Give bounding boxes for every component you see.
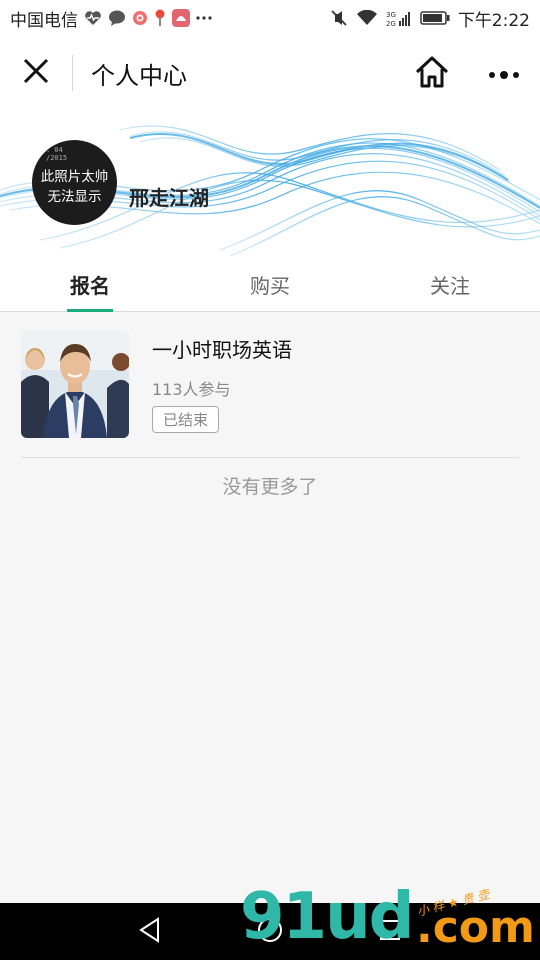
home-system-button[interactable] (255, 917, 285, 947)
avatar-text-line2: 无法显示 (47, 188, 102, 205)
participant-count: 113人参与 (152, 380, 231, 399)
nav-divider (72, 55, 73, 91)
mute-icon (330, 9, 348, 27)
svg-text:2G: 2G (386, 20, 396, 27)
weibo-icon (132, 10, 148, 26)
signal-icon: 3G 2G (386, 9, 412, 27)
page-title: 个人中心 (91, 61, 187, 90)
profile-banner: : 04 /2015 此照片太帅 无法显示 邢走江湖 (0, 110, 540, 256)
status-bar: 中国电信 3G 2G 下午2:22 (0, 0, 540, 36)
recents-square-icon (379, 919, 401, 945)
chat-bubble-icon (108, 10, 126, 26)
course-thumbnail (21, 330, 129, 438)
close-button[interactable] (0, 36, 72, 110)
username: 邢走江湖 (129, 186, 209, 210)
clock: 下午2:22 (457, 10, 530, 31)
home-button[interactable] (408, 54, 456, 94)
avatar[interactable]: : 04 /2015 此照片太帅 无法显示 (32, 140, 117, 225)
recents-button[interactable] (375, 917, 405, 947)
tab-bar: 报名 购买 关注 (0, 256, 540, 312)
more-button[interactable] (478, 54, 530, 94)
svg-text:3G: 3G (386, 11, 396, 19)
back-triangle-icon (138, 917, 162, 947)
more-icon (488, 65, 520, 84)
tab-follow[interactable]: 关注 (360, 256, 540, 312)
status-badge: 已结束 (152, 406, 220, 433)
battery-icon (420, 10, 450, 26)
tab-signup[interactable]: 报名 (0, 256, 180, 312)
list-item[interactable]: 一小时职场英语 113人参与 已结束 (0, 312, 540, 458)
home-icon (414, 55, 450, 93)
avatar-timestamp: : 04 /2015 (46, 146, 68, 162)
home-circle-icon (257, 917, 283, 947)
avatar-text-line1: 此照片太帅 (40, 168, 109, 185)
carrier-label: 中国电信 (10, 10, 78, 31)
nav-bar: 个人中心 (0, 36, 540, 110)
wifi-icon (356, 10, 378, 26)
close-icon (23, 58, 49, 88)
tab-purchase[interactable]: 购买 (180, 256, 360, 312)
pin-icon (154, 9, 166, 27)
back-button[interactable] (135, 917, 165, 947)
course-title: 一小时职场英语 (152, 338, 292, 362)
course-list: 一小时职场英语 113人参与 已结束 没有更多了 (0, 312, 540, 498)
list-end-text: 没有更多了 (222, 476, 318, 498)
more-dots-icon (196, 15, 212, 21)
app-icon (172, 9, 190, 27)
system-nav-bar (0, 903, 540, 960)
heart-pulse-icon (84, 10, 102, 26)
list-divider (21, 457, 519, 458)
